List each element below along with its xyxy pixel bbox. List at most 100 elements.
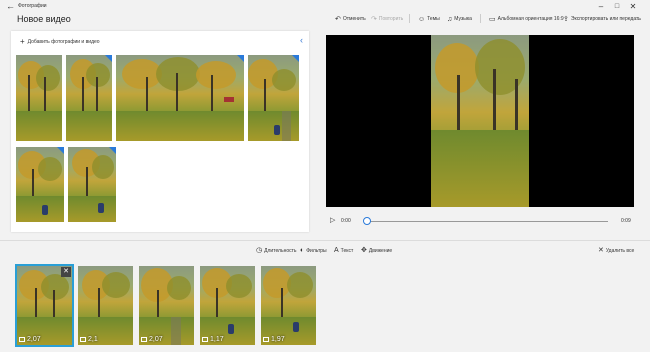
clip-duration-label: 2,07 <box>27 336 41 343</box>
clip-duration-label: 1,17 <box>210 336 224 343</box>
photo-image <box>248 55 299 141</box>
clip-duration-label: 2,1 <box>88 336 98 343</box>
used-in-project-marker <box>105 55 112 62</box>
clip-duration-label: 2,07 <box>149 336 163 343</box>
filters-icon: ◐ <box>300 247 305 254</box>
close-icon[interactable]: ✕ <box>626 0 640 14</box>
storyboard-card[interactable]: 1,97 <box>261 266 316 345</box>
undo-button[interactable]: ↶ Отменить <box>335 14 366 24</box>
photo-image <box>431 35 529 207</box>
used-in-project-marker <box>57 147 64 154</box>
library-thumbnail[interactable] <box>16 55 62 141</box>
plus-icon: + <box>20 37 25 46</box>
clip-duration: 2,07 <box>141 336 163 343</box>
duration-button[interactable]: ◷ Длительность <box>256 247 297 254</box>
motion-button[interactable]: ✥ Движение <box>361 247 392 254</box>
photo-image <box>66 55 112 141</box>
toolbar-divider <box>409 14 410 23</box>
themes-label: Темы <box>427 16 440 22</box>
aspect-ratio-icon: ▭ <box>489 15 496 23</box>
project-library: + Добавить фотографии и видео ‹ <box>11 31 309 232</box>
add-media-label: Добавить фотографии и видео <box>27 39 100 45</box>
storyboard-card[interactable]: 1,17 <box>200 266 255 345</box>
motion-icon: ✥ <box>361 247 367 254</box>
image-icon <box>263 337 269 342</box>
remove-clip-icon[interactable]: ✕ <box>61 267 71 277</box>
photo-image <box>78 266 133 345</box>
back-arrow-icon[interactable]: ← <box>6 1 15 11</box>
page-title: Новое видео <box>17 14 71 24</box>
export-button[interactable]: ⇪ Экспортировать или передать <box>563 14 641 24</box>
app-title: Фотографии <box>18 3 47 9</box>
export-icon: ⇪ <box>563 15 569 23</box>
image-icon <box>202 337 208 342</box>
library-thumbnail[interactable] <box>248 55 299 141</box>
photo-image <box>16 147 64 222</box>
redo-button[interactable]: ↷ Повторить <box>371 14 403 24</box>
storyboard-card[interactable]: ✕ 2,07 <box>15 264 74 347</box>
seek-track[interactable] <box>366 221 608 222</box>
photo-image <box>116 55 244 141</box>
photo-image <box>68 147 116 222</box>
more-icon: … <box>636 16 641 22</box>
delete-all-button[interactable]: ✕ Удалить все <box>598 247 634 254</box>
seek-handle[interactable] <box>363 217 371 225</box>
photo-image <box>17 266 72 345</box>
toolbar-divider <box>480 14 481 23</box>
text-label: Текст <box>340 247 354 254</box>
image-icon <box>80 337 86 342</box>
export-label: Экспортировать или передать <box>570 16 641 22</box>
photo-image <box>139 266 194 345</box>
delete-all-label: Удалить все <box>605 247 635 254</box>
redo-icon: ↷ <box>371 15 377 23</box>
library-thumbnail[interactable] <box>68 147 116 222</box>
redo-label: Повторить <box>378 16 404 22</box>
total-time: 0:09 <box>621 218 631 224</box>
undo-icon: ↶ <box>335 15 341 23</box>
storyboard-card[interactable]: 2,1 <box>78 266 133 345</box>
clip-duration: 1,17 <box>202 336 224 343</box>
photo-image <box>16 55 62 141</box>
used-in-project-marker <box>237 55 244 62</box>
photo-image <box>200 266 255 345</box>
music-button[interactable]: ♫ Музыка <box>447 14 472 24</box>
maximize-icon[interactable]: □ <box>610 0 624 14</box>
text-button[interactable]: A Текст <box>334 247 353 254</box>
current-time: 0:00 <box>341 218 351 224</box>
filters-button[interactable]: ◐ Фильтры <box>300 247 327 254</box>
section-divider <box>0 240 650 241</box>
image-icon <box>141 337 147 342</box>
library-thumbnail[interactable] <box>66 55 112 141</box>
photo-image <box>261 266 316 345</box>
clip-duration: 1,97 <box>263 336 285 343</box>
playback-bar: ▷ 0:00 0:09 <box>326 214 634 228</box>
preview-image <box>431 35 529 207</box>
header: Новое видео ↶ Отменить ↷ Повторить ☺ Тем… <box>0 14 650 32</box>
library-thumbnail[interactable] <box>116 55 244 141</box>
text-icon: A <box>334 247 339 254</box>
more-button[interactable]: … <box>636 14 641 24</box>
used-in-project-marker <box>109 147 116 154</box>
collapse-panel-icon[interactable]: ‹ <box>300 35 303 45</box>
clip-duration: 2,07 <box>19 336 41 343</box>
image-icon <box>19 337 25 342</box>
filters-label: Фильтры <box>306 247 327 254</box>
themes-button[interactable]: ☺ Темы <box>418 14 440 24</box>
close-icon: ✕ <box>598 247 604 254</box>
duration-label: Длительность <box>264 247 297 254</box>
undo-label: Отменить <box>342 16 366 22</box>
storyboard-card[interactable]: 2,07 <box>139 266 194 345</box>
library-thumbnail[interactable] <box>16 147 64 222</box>
video-preview[interactable] <box>326 35 634 207</box>
title-bar: ← Фотографии – □ ✕ <box>0 0 650 14</box>
palette-icon: ☺ <box>418 15 426 23</box>
music-label: Музыка <box>454 16 472 22</box>
aspect-ratio-button[interactable]: ▭ Альбомная ориентация 16:9 <box>489 14 564 24</box>
aspect-ratio-label: Альбомная ориентация 16:9 <box>497 16 564 22</box>
clip-duration: 2,1 <box>80 336 98 343</box>
used-in-project-marker <box>292 55 299 62</box>
minimize-icon[interactable]: – <box>594 0 608 14</box>
add-media-button[interactable]: + Добавить фотографии и видео <box>20 38 100 46</box>
clock-icon: ◷ <box>256 247 263 254</box>
play-icon[interactable]: ▷ <box>330 216 335 224</box>
